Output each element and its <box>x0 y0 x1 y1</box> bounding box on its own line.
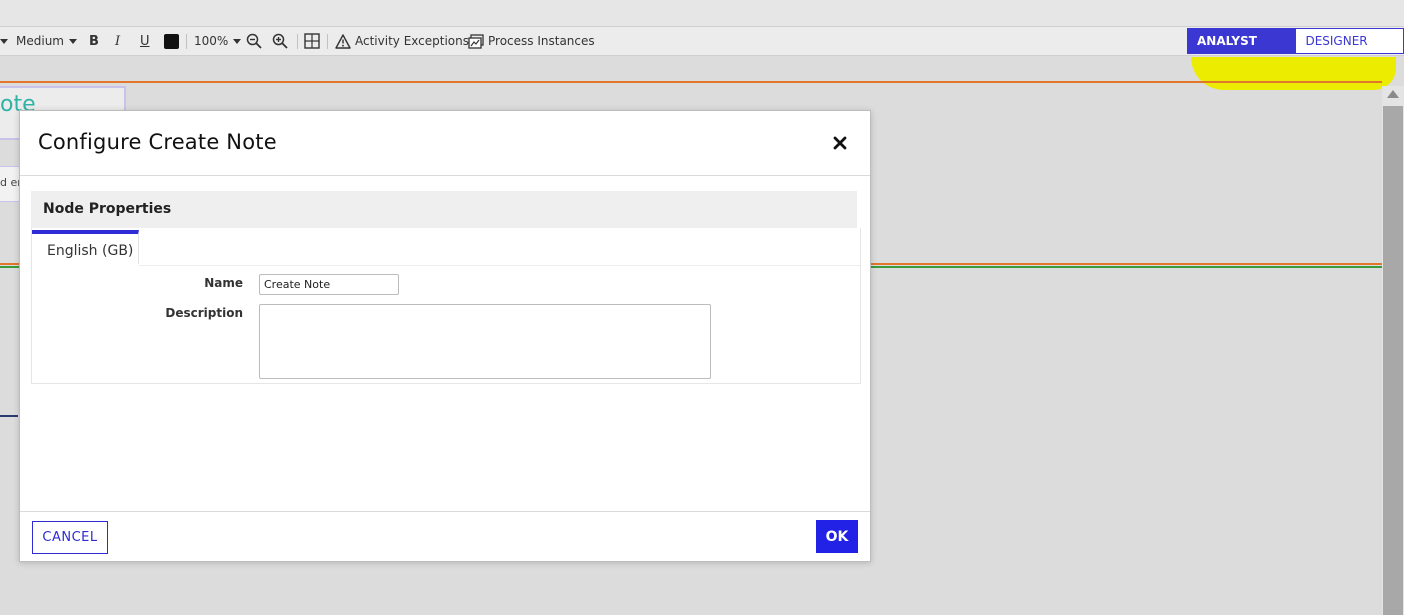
toolbar-divider <box>297 34 298 49</box>
ok-button[interactable]: OK <box>816 520 858 553</box>
zoom-value: 100% <box>194 34 229 48</box>
dialog-divider <box>20 175 870 176</box>
dialog-divider <box>20 511 870 512</box>
process-instances-icon <box>468 33 484 49</box>
tab-label: English (GB) <box>47 243 134 259</box>
dialog-title: Configure Create Note <box>38 130 277 154</box>
zoom-in-icon <box>272 33 288 49</box>
zoom-out-button[interactable] <box>246 27 262 55</box>
activity-exceptions-button[interactable]: Activity Exceptions <box>335 27 469 55</box>
zoom-dropdown[interactable]: 100% <box>194 27 242 55</box>
swimlane-line-orange <box>0 81 1382 83</box>
process-instances-button[interactable]: Process Instances <box>468 27 595 55</box>
tab-english-gb[interactable]: English (GB) <box>32 230 139 264</box>
highlight-mark <box>1191 57 1396 90</box>
font-size-value: Medium <box>16 34 64 48</box>
chevron-down-icon <box>233 38 242 44</box>
top-strip <box>0 0 1404 27</box>
view-switch: ANALYST VIEW DESIGNER VIEW <box>1187 28 1404 72</box>
italic-button[interactable]: I <box>115 27 120 55</box>
font-size-dropdown[interactable]: Medium <box>16 27 77 55</box>
zoom-out-icon <box>246 33 262 49</box>
scroll-up-icon[interactable] <box>1387 90 1399 98</box>
process-instances-label: Process Instances <box>488 34 595 48</box>
toolbar-divider <box>186 34 187 49</box>
properties-panel: English (GB) Name Description <box>31 228 861 384</box>
zoom-in-button[interactable] <box>272 27 288 55</box>
name-label: Name <box>204 276 243 290</box>
close-icon[interactable] <box>832 135 848 151</box>
grid-icon <box>304 33 320 49</box>
description-input[interactable] <box>259 304 711 379</box>
grid-button[interactable] <box>304 27 320 55</box>
name-input[interactable] <box>259 274 399 295</box>
toolbar-divider <box>327 34 328 49</box>
activity-exceptions-label: Activity Exceptions <box>355 34 469 48</box>
warning-icon <box>335 33 351 49</box>
underline-button[interactable]: U <box>140 27 150 55</box>
section-header: Node Properties <box>31 191 857 228</box>
tab-divider <box>139 265 860 266</box>
section-title: Node Properties <box>43 201 172 217</box>
text-color-button[interactable] <box>164 27 179 55</box>
designer-view-button[interactable]: DESIGNER VIEW <box>1296 29 1403 72</box>
previous-dropdown-caret[interactable] <box>0 27 8 55</box>
analyst-view-button[interactable]: ANALYST VIEW <box>1188 29 1297 72</box>
scrollbar-thumb[interactable] <box>1383 106 1403 615</box>
chevron-down-icon <box>68 38 77 44</box>
color-swatch-icon <box>164 33 179 49</box>
cancel-button[interactable]: CANCEL <box>32 521 108 554</box>
description-label: Description <box>165 306 243 320</box>
configure-dialog: Configure Create Note Node Properties En… <box>19 110 871 562</box>
flow-arrow <box>0 415 18 417</box>
bold-button[interactable]: B <box>89 27 99 55</box>
